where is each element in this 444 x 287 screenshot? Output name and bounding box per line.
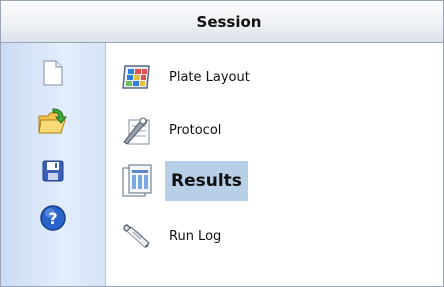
- protocol-wrench-icon: [119, 112, 155, 148]
- nav-item-protocol[interactable]: Protocol: [119, 110, 225, 150]
- help-icon: ?: [40, 205, 66, 231]
- session-nav-panel: Plate Layout Protocol Results Run Log: [109, 43, 443, 286]
- new-button[interactable]: [35, 55, 71, 91]
- results-icon: [119, 163, 155, 199]
- save-button[interactable]: [35, 153, 71, 189]
- save-disk-icon: [42, 160, 64, 182]
- nav-label-protocol: Protocol: [169, 122, 222, 138]
- help-button[interactable]: ?: [35, 200, 71, 236]
- nav-item-results[interactable]: Results: [119, 161, 248, 201]
- svg-text:?: ?: [48, 209, 57, 228]
- nav-item-run-log[interactable]: Run Log: [119, 216, 225, 256]
- nav-label-run-log: Run Log: [169, 228, 222, 244]
- run-log-scroll-icon: [119, 218, 155, 254]
- open-button[interactable]: [35, 103, 71, 139]
- plate-layout-icon: [119, 59, 155, 95]
- open-folder-icon: [38, 108, 68, 134]
- nav-label-plate-layout: Plate Layout: [169, 69, 250, 85]
- side-toolbar: ?: [1, 43, 106, 286]
- window-title: Session: [196, 12, 262, 31]
- toolbar-divider: [105, 43, 106, 286]
- session-window: Session ? Plate Layout Protocol Results …: [0, 0, 444, 287]
- nav-label-results: Results: [165, 161, 248, 201]
- title-bar: Session: [1, 1, 443, 43]
- nav-item-plate-layout[interactable]: Plate Layout: [119, 57, 254, 97]
- new-document-icon: [43, 60, 63, 86]
